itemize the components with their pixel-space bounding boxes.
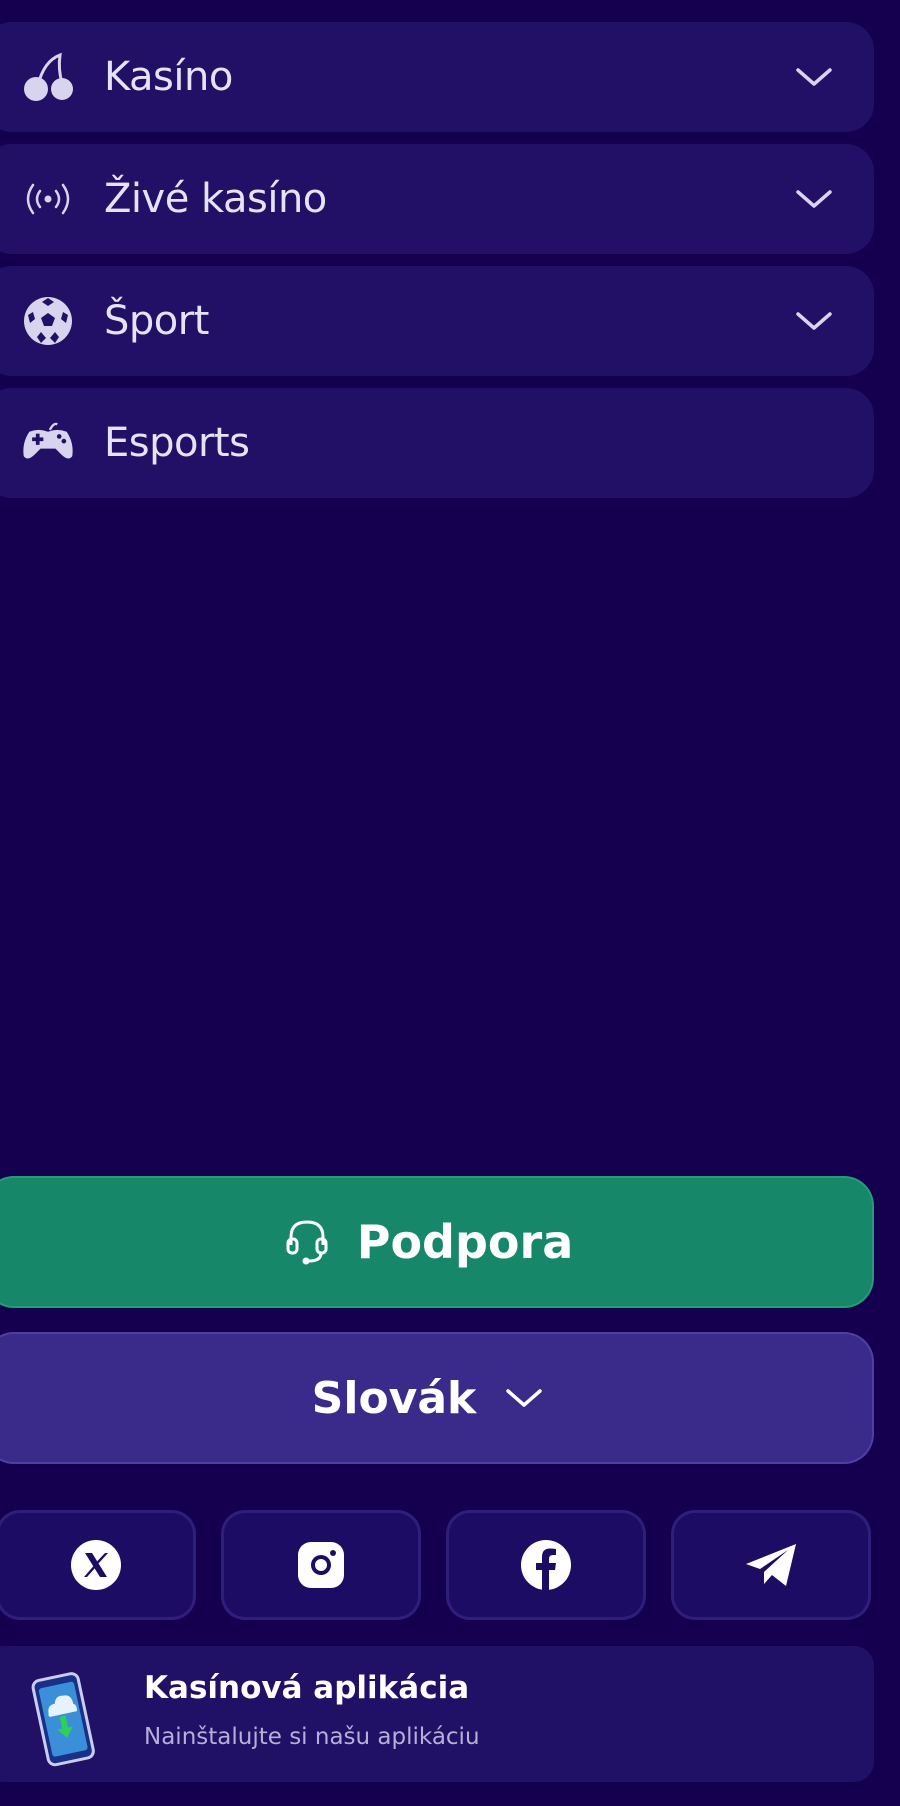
nav-item-label: Esports (104, 420, 250, 466)
nav-item-live-casino[interactable]: Živé kasíno (0, 144, 874, 254)
app-banner-subtitle: Nainštalujte si našu aplikáciu (144, 1724, 480, 1750)
social-x-button[interactable] (0, 1510, 196, 1620)
language-selector[interactable]: Slovák (0, 1332, 874, 1464)
nav-item-label: Kasíno (104, 54, 233, 100)
live-broadcast-icon (20, 171, 76, 227)
nav-item-esports[interactable]: Esports (0, 388, 874, 498)
social-telegram-button[interactable] (671, 1510, 871, 1620)
cherry-icon (20, 49, 76, 105)
chevron-down-icon[interactable] (790, 53, 838, 101)
telegram-icon (742, 1538, 800, 1592)
instagram-icon (294, 1538, 348, 1592)
support-label: Podpora (356, 1215, 574, 1269)
phone-download-icon (24, 1668, 104, 1768)
nav-item-label: Živé kasíno (104, 176, 327, 222)
support-button[interactable]: Podpora (0, 1176, 874, 1308)
app-download-banner[interactable]: Kasínová aplikácia Nainštalujte si našu … (0, 1646, 874, 1782)
x-icon (69, 1538, 123, 1592)
social-facebook-button[interactable] (446, 1510, 646, 1620)
social-instagram-button[interactable] (221, 1510, 421, 1620)
nav-item-label: Šport (104, 298, 209, 344)
soccer-ball-icon (20, 293, 76, 349)
gamepad-icon (20, 415, 76, 471)
language-label: Slovák (311, 1372, 477, 1424)
nav-item-sport[interactable]: Šport (0, 266, 874, 376)
chevron-down-icon (502, 1376, 546, 1420)
nav-item-casino[interactable]: Kasíno (0, 22, 874, 132)
app-banner-title: Kasínová aplikácia (144, 1670, 470, 1706)
chevron-down-icon[interactable] (790, 175, 838, 223)
facebook-icon (519, 1538, 573, 1592)
side-menu: Kasíno Živé kasíno Šport Esports Podpora… (0, 0, 900, 1806)
chevron-down-icon[interactable] (790, 297, 838, 345)
headset-icon (285, 1217, 329, 1267)
